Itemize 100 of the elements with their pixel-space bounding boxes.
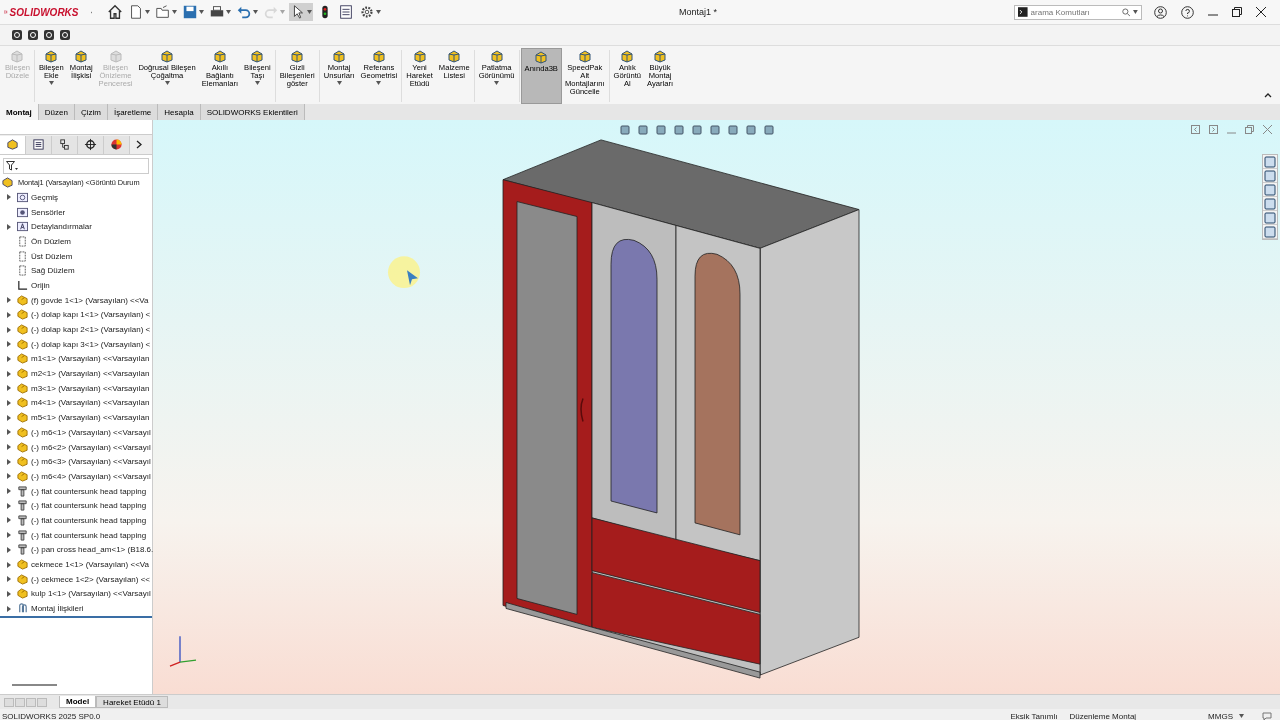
caret-icon[interactable] [1133,10,1138,14]
undo-icon [236,4,252,20]
panel-tab[interactable] [52,135,78,154]
command-tab[interactable]: Çizim [74,104,108,120]
version-label: SOLIDWORKS 2025 SP0.0 [2,711,101,720]
expand-arrow-icon[interactable] [6,194,11,201]
search-input[interactable]: arama Komutları [1030,7,1119,17]
tree-item[interactable]: m3<1> (Varsayılan) <<Varsayılan [31,383,150,393]
tree-item[interactable]: (-) dolap kapı 3<1> (Varsayılan) < [31,339,151,349]
expand-arrow-icon[interactable] [6,605,11,612]
help-icon[interactable] [1181,5,1194,19]
assembly-icon [2,177,13,188]
expand-arrow-icon[interactable] [6,414,11,421]
tree-item[interactable]: m4<1> (Varsayılan) <<Varsayılan [31,398,150,408]
collapse-icon[interactable] [1264,92,1272,98]
tree-item[interactable]: Ön Düzlem [31,236,71,246]
caret-icon[interactable] [199,10,204,14]
caret-icon[interactable] [336,80,342,85]
tree-item[interactable]: (-) dolap kapı 2<1> (Varsayılan) < [31,325,151,335]
expand-arrow-icon[interactable] [6,326,11,333]
caret-icon[interactable] [48,80,54,85]
search-field[interactable]: arama Komutları [1014,4,1142,20]
close-icon[interactable] [1256,7,1266,17]
restore-icon[interactable] [1232,7,1242,17]
expand-arrow-icon[interactable] [6,473,11,480]
app-logo: SOLIDWORKS [9,6,79,18]
tree-item[interactable]: Orijin [31,280,50,290]
command-tab[interactable]: Düzen [38,104,75,120]
expand-arrow-icon[interactable] [6,223,11,230]
panel-tab[interactable] [78,135,104,154]
search-icon[interactable] [1121,7,1131,17]
tree-item[interactable]: m1<1> (Varsayılan) <<Varsayılan [31,354,150,364]
panel-tab[interactable] [26,135,52,154]
bottom-tab[interactable]: Hareket Etüdü 1 [96,696,168,708]
chevron-right-icon[interactable] [136,140,142,149]
part-icon [17,309,28,321]
tree-item[interactable]: Sağ Düzlem [31,266,75,276]
tree-item[interactable]: (-) m6<1> (Varsayılan) <<Varsayıl [31,427,151,437]
tree-item[interactable]: (-) m6<4> (Varsayılan) <<Varsayıl [31,471,151,481]
expand-arrow-icon[interactable] [6,517,11,524]
plane-icon [17,235,28,247]
assembly-icon [6,138,19,151]
user-icon[interactable] [1154,5,1167,19]
tool-icon [74,49,89,63]
command-tab[interactable]: İşaretleme [107,104,159,120]
chat-icon[interactable] [1262,711,1272,720]
tree-item[interactable]: m5<1> (Varsayılan) <<Varsayılan [31,413,150,423]
part-icon [17,456,28,468]
tree-item[interactable]: (-) pan cross head_am<1> (B18.6. [31,545,154,555]
tree-item[interactable]: kulp 1<1> (Varsayılan) <<Varsayıl [31,589,151,599]
sensor-icon [17,206,28,218]
tree-item[interactable]: cekmece 1<1> (Varsayılan) <<Va [31,560,149,570]
caret-icon[interactable] [254,80,260,85]
tree-item[interactable]: Sensörler [31,207,66,217]
tree-item[interactable]: (-) flat countersunk head tapping [31,515,147,525]
tree-item[interactable]: (-) flat countersunk head tapping [31,530,147,540]
caret-icon[interactable] [145,10,150,14]
tree-item[interactable]: (-) flat countersunk head tapping [31,501,147,511]
pointer-button[interactable] [289,3,313,21]
part-icon [17,573,28,585]
tree-item[interactable]: Montaj İlişkileri [31,604,84,614]
command-tab[interactable]: Hesapla [158,104,201,120]
bottom-tab[interactable]: Model [59,696,97,708]
panel-tab[interactable] [104,135,130,154]
folder-button[interactable] [154,3,178,21]
caret-icon[interactable] [164,80,170,85]
caret-icon[interactable] [494,80,500,85]
filter-icon [6,161,18,171]
tree-item[interactable]: Geçmiş [31,192,59,202]
units-label[interactable]: MMGS [1208,711,1233,720]
caret-icon[interactable] [253,10,258,14]
tree-item[interactable]: (f) govde 1<1> (Varsayılan) <<Va [31,295,149,305]
filter-field[interactable] [3,158,149,174]
expand-arrow-icon[interactable] [6,370,11,377]
tool-icon [577,49,592,63]
tree-item[interactable]: m2<1> (Varsayılan) <<Varsayılan [31,369,150,379]
tree-item[interactable]: (-) m6<3> (Varsayılan) <<Varsayıl [31,457,151,467]
settings-button[interactable] [358,3,382,21]
command-tab[interactable]: SOLIDWORKS Eklentileri [200,104,305,120]
caret-icon[interactable] [376,10,381,14]
caret-icon[interactable] [376,80,382,85]
status-text: Eksik Tanımlı [1010,711,1058,720]
caret-icon[interactable] [172,10,177,14]
units-caret-icon[interactable] [1239,714,1244,718]
screw-icon [17,485,28,497]
caret-icon[interactable] [226,10,231,14]
terminal-icon [1018,7,1028,17]
tree-item[interactable]: (-) cekmece 1<2> (Varsayılan) << [31,574,150,584]
caret-icon[interactable] [307,10,312,14]
tree-item[interactable]: (-) flat countersunk head tapping [31,486,147,496]
tree-item[interactable]: Üst Düzlem [31,251,73,261]
floppy-disk-button[interactable] [181,3,205,21]
tree-item[interactable]: (-) m6<2> (Varsayılan) <<Varsayıl [31,442,151,452]
tree-item[interactable]: (-) dolap kapı 1<1> (Varsayılan) < [31,310,151,320]
part-icon [17,353,28,365]
expand-arrow-icon[interactable] [6,561,11,568]
tool-icon [447,49,462,63]
tree-item[interactable]: Detaylandırmalar [31,222,92,232]
command-tab[interactable]: Montaj [0,104,39,120]
expand-arrow-icon[interactable] [6,429,11,436]
